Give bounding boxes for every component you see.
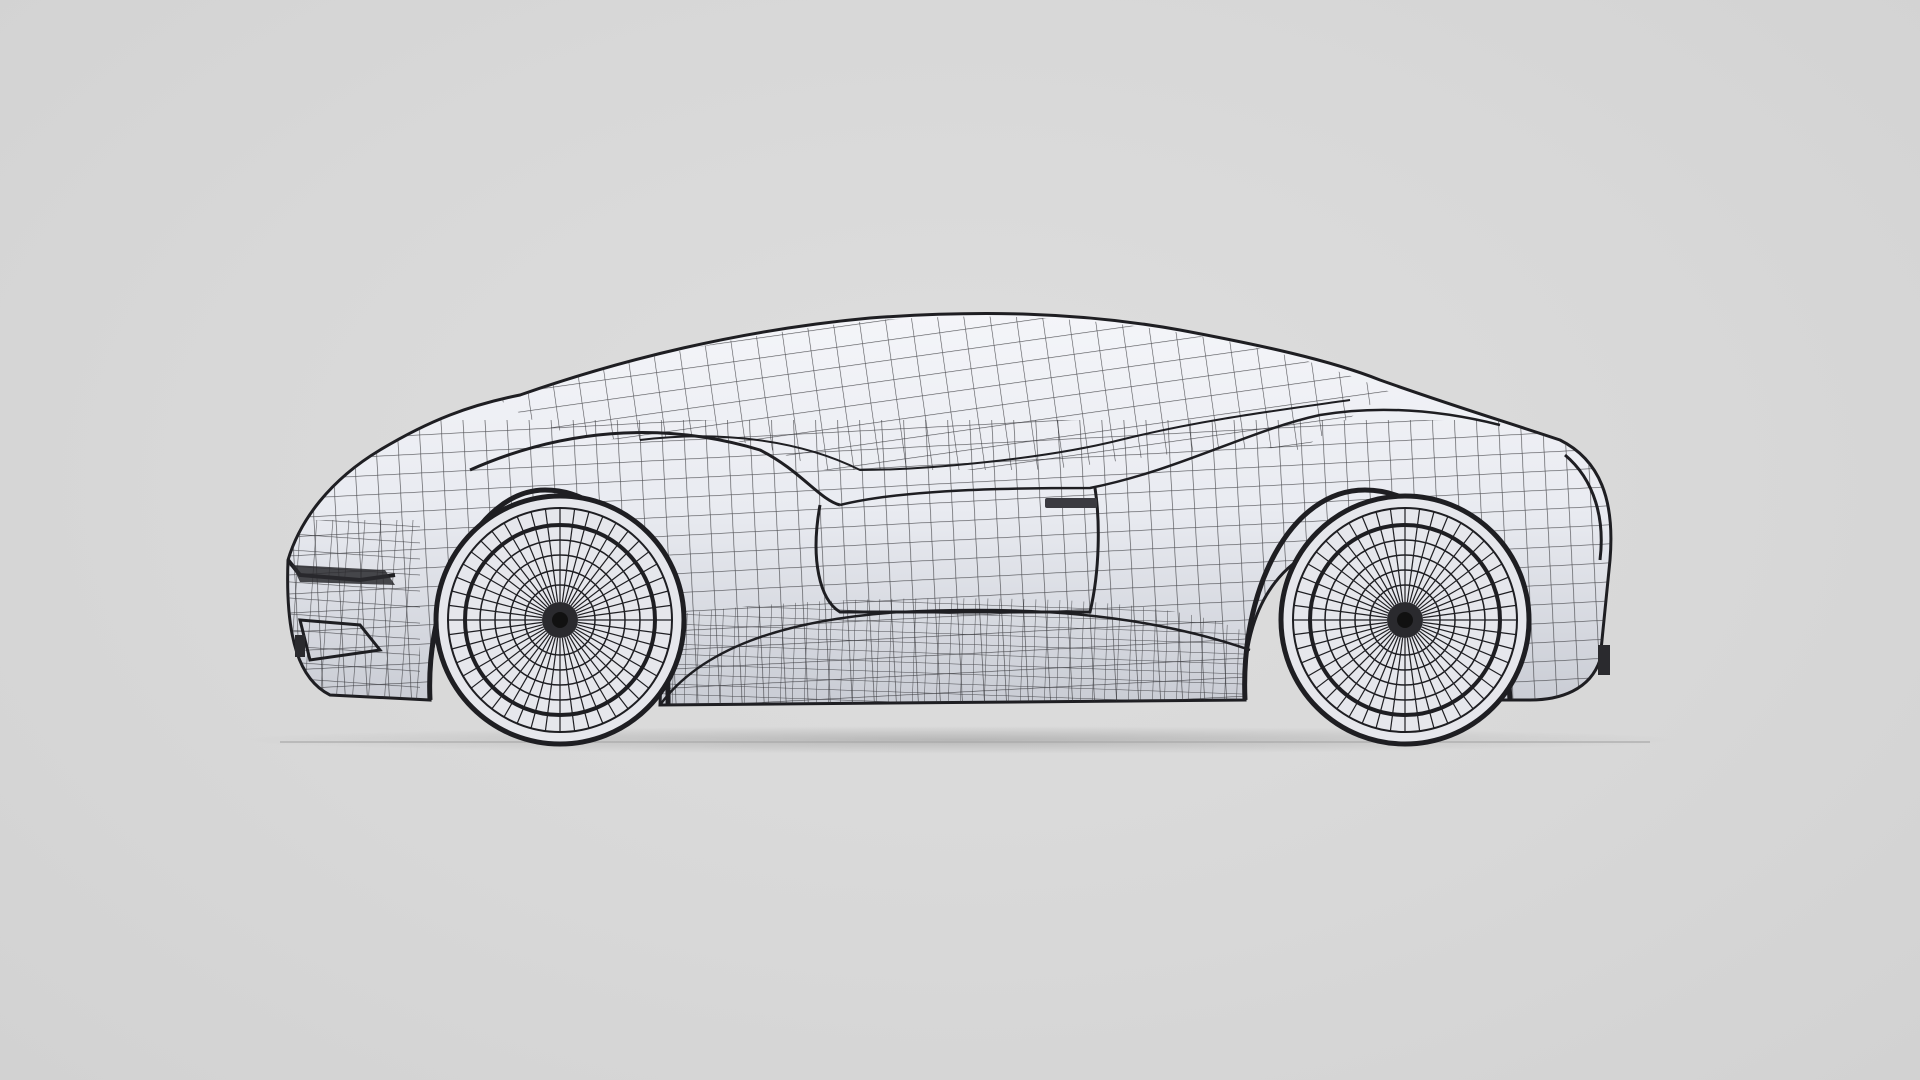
render-viewport: [0, 0, 1920, 1080]
front-wheel: [433, 493, 687, 747]
front-sensor: [295, 635, 305, 657]
door-badge: [1045, 498, 1097, 508]
rear-wheel: [1278, 493, 1532, 747]
rear-sensor: [1598, 645, 1610, 675]
car-render: [240, 312, 1680, 754]
